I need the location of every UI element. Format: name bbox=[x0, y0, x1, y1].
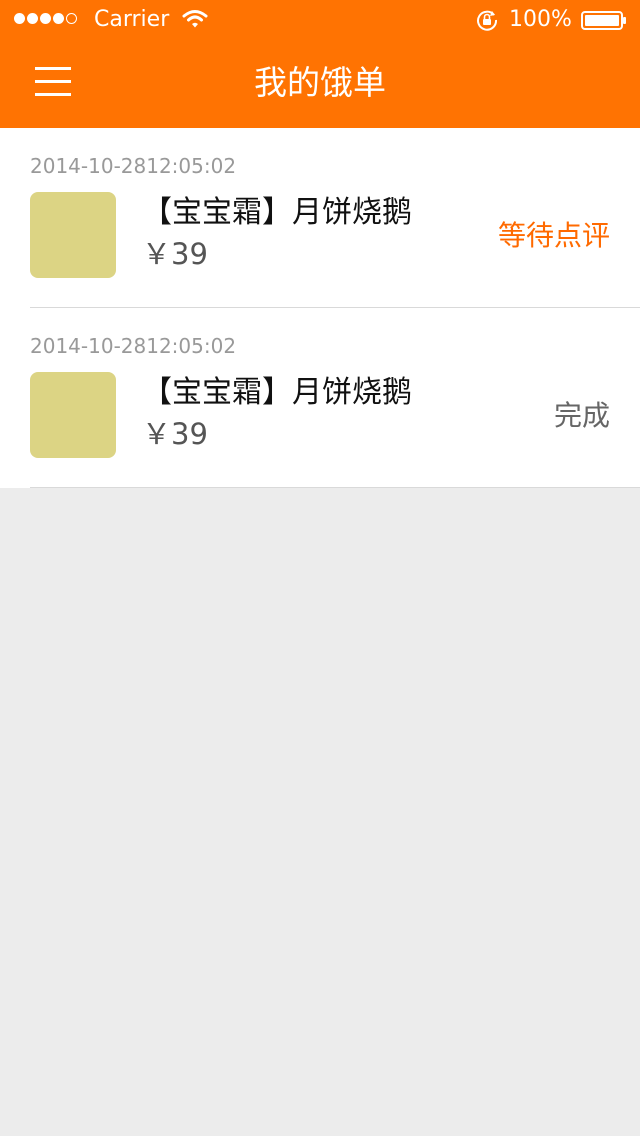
order-item[interactable]: 2014-10-2812:05:02 【宝宝霜】月饼烧鹅 ￥39 完成 bbox=[0, 308, 640, 488]
divider bbox=[30, 487, 640, 488]
order-price: ￥39 bbox=[142, 417, 208, 451]
order-name: 【宝宝霜】月饼烧鹅 bbox=[142, 375, 412, 410]
carrier-label: Carrier bbox=[94, 7, 170, 32]
order-name: 【宝宝霜】月饼烧鹅 bbox=[142, 195, 412, 230]
order-item[interactable]: 2014-10-2812:05:02 【宝宝霜】月饼烧鹅 ￥39 等待点评 bbox=[0, 128, 640, 308]
order-thumbnail bbox=[30, 372, 116, 458]
status-bar: Carrier 100% bbox=[0, 0, 640, 40]
order-price: ￥39 bbox=[142, 237, 208, 271]
header-bar: Carrier 100% 我的饿单 bbox=[0, 0, 640, 128]
page-title: 我的饿单 bbox=[254, 63, 386, 102]
order-status-review-button[interactable]: 等待点评 bbox=[498, 216, 610, 256]
order-thumbnail bbox=[30, 192, 116, 278]
battery-percentage: 100% bbox=[509, 7, 572, 32]
order-status-label: 完成 bbox=[553, 399, 610, 432]
order-date: 2014-10-2812:05:02 bbox=[30, 334, 237, 358]
order-list: 2014-10-2812:05:02 【宝宝霜】月饼烧鹅 ￥39 等待点评 20… bbox=[0, 128, 640, 488]
rotation-lock-icon bbox=[477, 10, 498, 31]
order-date: 2014-10-2812:05:02 bbox=[30, 154, 237, 178]
wifi-icon bbox=[182, 10, 208, 28]
battery-icon bbox=[581, 11, 626, 30]
signal-dots-icon bbox=[14, 13, 77, 24]
